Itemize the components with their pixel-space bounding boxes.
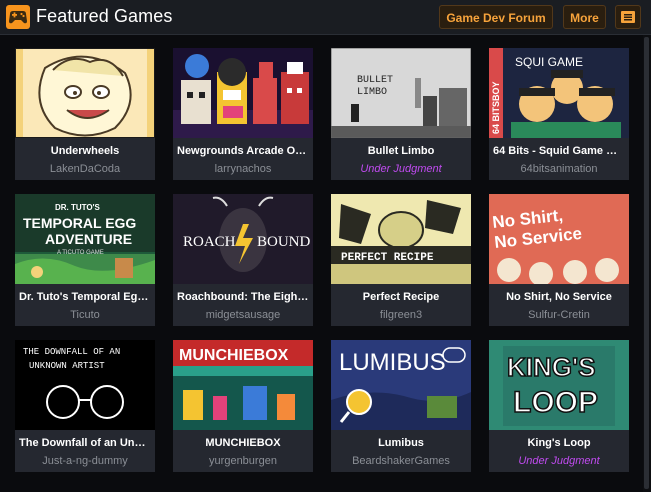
thumbnail-text: SQUI GAME (515, 55, 583, 69)
game-title[interactable]: Perfect Recipe (335, 290, 467, 304)
game-card[interactable]: 64 BITSBOY SQUI GAME 64 Bits - Squid Gam… (489, 48, 629, 180)
thumbnail-text: UNKNOWN ARTIST (29, 361, 105, 371)
scrollbar[interactable] (643, 35, 651, 492)
game-title[interactable]: Underwheels (19, 144, 151, 158)
game-title[interactable]: 64 Bits - Squid Game Boy (493, 144, 625, 158)
thumbnail-text: TEMPORAL EGG (23, 215, 136, 231)
game-title[interactable]: MUNCHIEBOX (177, 436, 309, 450)
thumbnail-text: THE DOWNFALL OF AN (23, 347, 120, 357)
game-thumbnail: DR. TUTO'S TEMPORAL EGG ADVENTURE A TICU… (15, 194, 155, 284)
game-card[interactable]: BULLET LIMBO Bullet Limbo Under Judgment (331, 48, 471, 180)
game-card[interactable]: DR. TUTO'S TEMPORAL EGG ADVENTURE A TICU… (15, 194, 155, 326)
thumbnail-text: BULLET (357, 75, 393, 86)
thumbnail-text: PERFECT RECIPE (341, 252, 434, 264)
game-author[interactable]: filgreen3 (335, 308, 467, 322)
game-title[interactable]: Lumibus (335, 436, 467, 450)
game-thumbnail (173, 48, 313, 138)
game-title[interactable]: No Shirt, No Service (493, 290, 625, 304)
thumbnail-text: 64 BITSBOY (491, 81, 501, 134)
thumbnail-text: LIMBO (357, 87, 387, 98)
game-author[interactable]: Just-a-ng-dummy (19, 454, 151, 468)
game-card[interactable]: PERFECT RECIPE Perfect Recipe filgreen3 (331, 194, 471, 326)
game-author[interactable]: LakenDaCoda (19, 162, 151, 176)
game-author[interactable]: Sulfur-Cretin (493, 308, 625, 322)
game-thumbnail: 64 BITSBOY SQUI GAME (489, 48, 629, 138)
game-card[interactable]: LUMIBUS Lumibus BeardshakerGames (331, 340, 471, 472)
game-title[interactable]: King's Loop (493, 436, 625, 450)
thumbnail-text: BOUND (257, 234, 311, 250)
thumbnail-text: DR. TUTO'S (55, 203, 101, 212)
game-author[interactable]: 64bitsanimation (493, 162, 625, 176)
thumbnail-text: A TICUTO GAME (57, 250, 104, 256)
thumbnail-text: ADVENTURE (45, 231, 132, 247)
game-card[interactable]: MUNCHIEBOX MUNCHIEBOX yurgenburgen (173, 340, 313, 472)
thumbnail-text: ROACH (183, 234, 236, 250)
game-card[interactable]: ROACH BOUND Roachbound: The Eight-… midg… (173, 194, 313, 326)
game-author[interactable]: BeardshakerGames (335, 454, 467, 468)
game-author[interactable]: midgetsausage (177, 308, 309, 322)
game-thumbnail: THE DOWNFALL OF AN UNKNOWN ARTIST (15, 340, 155, 430)
header-bar: Featured Games Game Dev Forum More (0, 0, 651, 35)
gamepad-icon[interactable] (6, 5, 30, 29)
game-title[interactable]: Roachbound: The Eight-… (177, 290, 309, 304)
game-dev-forum-button[interactable]: Game Dev Forum (439, 5, 553, 29)
game-card[interactable]: KING'S LOOP King's Loop Under Judgment (489, 340, 629, 472)
under-judgment-label[interactable]: Under Judgment (493, 454, 625, 468)
game-card[interactable]: No Shirt, No Service No Shirt, No Servic… (489, 194, 629, 326)
scrollbar-thumb[interactable] (644, 37, 649, 489)
game-thumbnail: LUMIBUS (331, 340, 471, 430)
game-card[interactable]: Newgrounds Arcade Onl… larrynachos (173, 48, 313, 180)
game-thumbnail: PERFECT RECIPE (331, 194, 471, 284)
more-button[interactable]: More (563, 5, 606, 29)
game-title[interactable]: Newgrounds Arcade Onl… (177, 144, 309, 158)
game-thumbnail: ROACH BOUND (173, 194, 313, 284)
game-card[interactable]: Underwheels LakenDaCoda (15, 48, 155, 180)
game-title[interactable]: Bullet Limbo (335, 144, 467, 158)
game-card[interactable]: THE DOWNFALL OF AN UNKNOWN ARTIST The Do… (15, 340, 155, 472)
game-title[interactable]: Dr. Tuto's Temporal Egg … (19, 290, 151, 304)
page-title: Featured Games (36, 6, 173, 26)
game-author[interactable]: Ticuto (19, 308, 151, 322)
thumbnail-text: LOOP (513, 386, 598, 419)
game-thumbnail: BULLET LIMBO (331, 48, 471, 138)
under-judgment-label[interactable]: Under Judgment (335, 162, 467, 176)
thumbnail-text: MUNCHIEBOX (179, 347, 289, 364)
game-thumbnail (15, 48, 155, 138)
menu-icon[interactable] (615, 5, 641, 29)
game-thumbnail: KING'S LOOP (489, 340, 629, 430)
game-author[interactable]: larrynachos (177, 162, 309, 176)
game-thumbnail: No Shirt, No Service (489, 194, 629, 284)
game-author[interactable]: yurgenburgen (177, 454, 309, 468)
thumbnail-text: KING'S (507, 352, 596, 382)
game-title[interactable]: The Downfall of an Unkn… (19, 436, 151, 450)
thumbnail-text: LUMIBUS (339, 349, 446, 376)
game-thumbnail: MUNCHIEBOX (173, 340, 313, 430)
